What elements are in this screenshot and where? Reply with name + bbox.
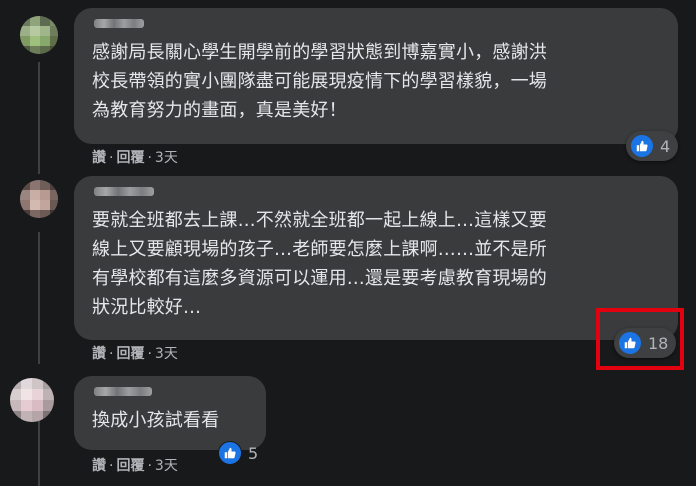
commenter-name-blurred[interactable] bbox=[94, 19, 144, 28]
commenter-name-blurred[interactable] bbox=[94, 387, 152, 396]
comment-text: 感謝局長關心學生開學前的學習狀態到博嘉實小，感謝洪 校長帶領的實小團隊盡可能展現… bbox=[92, 42, 547, 121]
like-action[interactable]: 讚 bbox=[92, 346, 106, 362]
reaction-count: 4 bbox=[660, 136, 671, 156]
comment-timestamp[interactable]: 3天 bbox=[155, 150, 178, 166]
reply-action[interactable]: 回覆 bbox=[116, 150, 144, 166]
comment: 換成小孩試看看 5 讚 · 回覆 · 3天 bbox=[0, 370, 696, 486]
comment-bubble: 要就全班都去上課…不然就全班都一起上線上…這樣又要 線上又要顧現場的孩子…老師要… bbox=[74, 176, 678, 340]
reaction-count-badge[interactable]: 5 bbox=[214, 438, 266, 468]
reaction-count: 5 bbox=[248, 443, 259, 463]
commenter-name-blurred[interactable] bbox=[94, 187, 154, 196]
reply-action[interactable]: 回覆 bbox=[116, 458, 144, 474]
avatar[interactable] bbox=[20, 180, 58, 218]
comment-text: 要就全班都去上課…不然就全班都一起上線上…這樣又要 線上又要顧現場的孩子…老師要… bbox=[92, 210, 547, 318]
comment-actions: 讚 · 回覆 · 3天 bbox=[92, 458, 178, 474]
like-action[interactable]: 讚 bbox=[92, 150, 106, 166]
comment-timestamp[interactable]: 3天 bbox=[155, 458, 178, 474]
reply-action[interactable]: 回覆 bbox=[116, 346, 144, 362]
like-action[interactable]: 讚 bbox=[92, 458, 106, 474]
avatar[interactable] bbox=[10, 378, 54, 422]
comment-actions: 讚 · 回覆 · 3天 bbox=[92, 150, 178, 166]
highlight-box bbox=[596, 308, 684, 370]
like-icon bbox=[218, 441, 242, 465]
avatar[interactable] bbox=[20, 16, 58, 54]
comment: 感謝局長關心學生開學前的學習狀態到博嘉實小，感謝洪 校長帶領的實小團隊盡可能展現… bbox=[0, 0, 696, 170]
comment-timestamp[interactable]: 3天 bbox=[155, 346, 178, 362]
comment-bubble: 感謝局長關心學生開學前的學習狀態到博嘉實小，感謝洪 校長帶領的實小團隊盡可能展現… bbox=[74, 8, 678, 144]
comment-actions: 讚 · 回覆 · 3天 bbox=[92, 346, 178, 362]
comment-text: 換成小孩試看看 bbox=[92, 410, 220, 431]
comment: 要就全班都去上課…不然就全班都一起上線上…這樣又要 線上又要顧現場的孩子…老師要… bbox=[0, 170, 696, 370]
like-icon bbox=[630, 134, 654, 158]
reaction-count-badge[interactable]: 4 bbox=[626, 131, 679, 161]
